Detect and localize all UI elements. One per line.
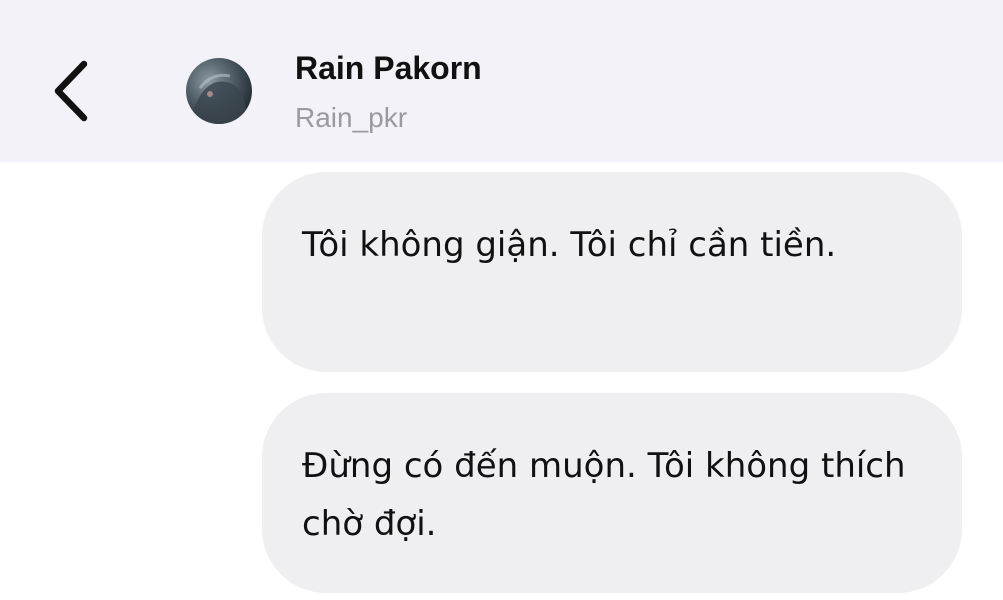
message-text: Tôi không giận. Tôi chỉ cần tiền. (302, 225, 837, 265)
chat-header: Rain Pakorn Rain_pkr (0, 0, 1003, 162)
contact-name: Rain Pakorn (295, 50, 482, 86)
avatar-photo (192, 73, 246, 124)
chevron-left-icon (54, 60, 88, 122)
message-bubble[interactable]: Đừng có đến muộn. Tôi không thích chờ đợ… (262, 393, 962, 593)
back-button[interactable] (44, 56, 104, 126)
avatar[interactable] (186, 58, 252, 124)
contact-handle: Rain_pkr (295, 102, 408, 133)
message-bubble[interactable]: Tôi không giận. Tôi chỉ cần tiền. (262, 172, 962, 372)
message-text: Đừng có đến muộn. Tôi không thích chờ đợ… (302, 446, 906, 544)
